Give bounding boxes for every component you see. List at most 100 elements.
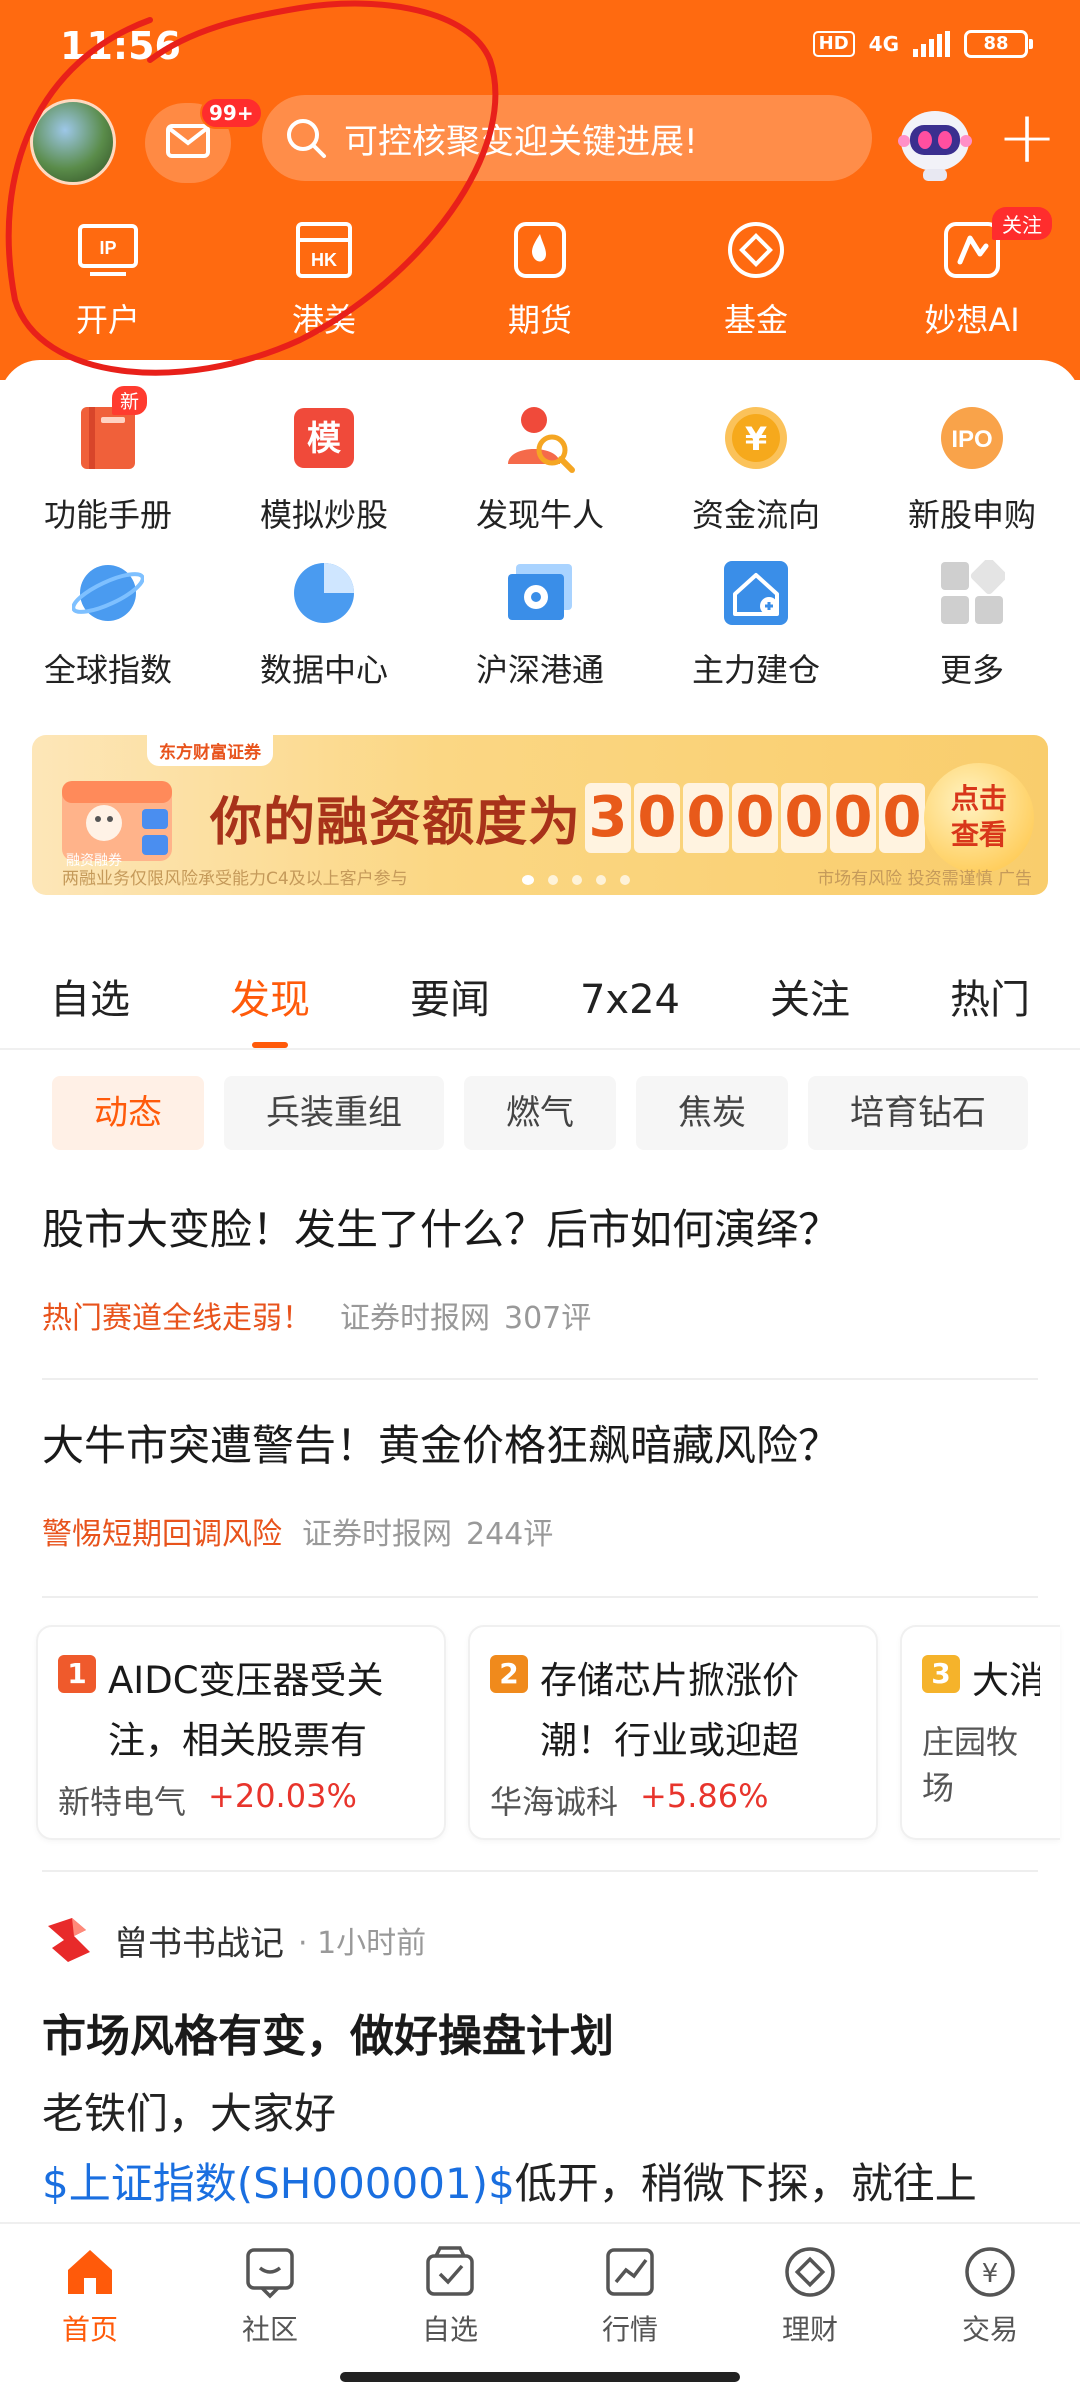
rank-badge: 2 [490,1655,528,1693]
grid-item-capital-flow[interactable]: ¥ 资金流向 [648,400,864,536]
rank-badge: 1 [58,1655,96,1693]
card-stock: 华海诚科 [490,1783,619,1821]
find-expert-icon [502,400,578,476]
post-title[interactable]: 市场风格有变，做好操盘计划 [42,2000,614,2064]
status-bar: 11:56 HD 4G 88 [0,0,1080,95]
nav-trade[interactable]: ¥ 交易 [900,2224,1080,2352]
quick-action-fund[interactable]: 基金 [648,215,864,355]
nav-home[interactable]: 首页 [0,2224,180,2352]
grid-item-connect[interactable]: 沪深港通 [432,555,648,691]
post-time: · 1小时前 [298,1926,427,1961]
battery-icon: 88 [964,30,1033,58]
ipo-icon: IPO [934,400,1010,476]
market-icon [600,2242,660,2302]
quick-action-label: 港美 [291,301,356,339]
tab-news[interactable]: 要闻 [360,960,540,1048]
post-body-line: $上证指数(SH000001)$低开，稍微下探，就往上 [42,2159,977,2208]
quick-action-label: 开户 [75,301,140,339]
card-title: 存储芯片掀涨价潮！行业或迎超级… [540,1659,799,1762]
banner-digit: 0 [830,782,877,853]
function-grid-row-2: 全球指数 数据中心 沪深港通 主力建仓 更多 [0,555,1080,691]
nav-wealth[interactable]: 理财 [720,2224,900,2352]
chip-dynamic[interactable]: 动态 [52,1076,204,1150]
news-tag: 警惕短期回调风险 [42,1517,282,1552]
grid-label: 数据中心 [259,651,388,689]
news-title: 大牛市突遭警告！黄金价格狂飙暗藏风险？ [42,1421,841,1470]
grid-item-main-force[interactable]: 主力建仓 [648,555,864,691]
add-button[interactable]: + [992,97,1062,177]
news-item[interactable]: 大牛市突遭警告！黄金价格狂飙暗藏风险？ 警惕短期回调风险 证券时报网 244评 [42,1412,1038,1553]
banner-digit: 0 [683,782,730,853]
rank-badge: 3 [922,1655,960,1693]
grid-label: 功能手册 [43,496,172,534]
grid-item-ipo[interactable]: IPO 新股申购 [864,400,1080,536]
ai-robot-icon[interactable] [890,95,980,185]
grid-item-simulate[interactable]: 模 模拟炒股 [216,400,432,536]
hk-us-icon: HK [289,215,359,285]
grid-label: 全球指数 [43,651,172,689]
card-change: +20.03% [208,1777,357,1815]
network-type: 4G [868,32,899,56]
divider [42,1870,1038,1872]
trade-icon: ¥ [960,2242,1020,2302]
card-change: +5.86% [640,1777,769,1815]
community-icon [240,2242,300,2302]
new-badge: 新 [112,386,148,415]
news-comments: 244评 [466,1517,554,1552]
tab-watchlist[interactable]: 自选 [0,960,180,1048]
quick-action-futures[interactable]: 期货 [432,215,648,355]
chip-topic[interactable]: 燃气 [464,1076,616,1150]
search-bar[interactable]: 可控核聚变迎关键进展! [262,95,872,181]
grid-item-global-index[interactable]: 全球指数 [0,555,216,691]
quick-action-hk-us[interactable]: HK 港美 [216,215,432,355]
data-center-icon [286,555,362,631]
watchlist-icon [420,2242,480,2302]
post-author-row[interactable]: 曾书书战记 · 1小时前 [42,1912,426,1968]
card-stock: 庄园牧场 [922,1723,1019,1807]
tab-7x24[interactable]: 7x24 [540,960,720,1048]
nav-watchlist[interactable]: 自选 [360,2224,540,2352]
nav-community[interactable]: 社区 [180,2224,360,2352]
hot-topic-cards: 1 AIDC变压器受关注，相关股票有哪… 新特电气 +20.03% 2 存储芯片… [36,1625,1060,1840]
home-indicator[interactable] [340,2372,740,2382]
quick-action-label: 基金 [723,301,788,339]
tab-discover[interactable]: 发现 [180,960,360,1048]
grid-item-manual[interactable]: 新 功能手册 [0,386,216,536]
news-source: 证券时报网 [340,1301,490,1336]
bottom-nav: 首页 社区 自选 行情 理财 ¥ 交易 [0,2222,1080,2352]
nav-market[interactable]: 行情 [540,2224,720,2352]
stock-link[interactable]: $上证指数(SH000001)$ [42,2159,515,2208]
account-open-icon: IP [73,215,143,285]
news-meta: 热门赛道全线走弱！ 证券时报网 307评 [42,1293,1038,1337]
author-name: 曾书书战记 [114,1923,284,1964]
banner-digit: 0 [732,782,779,853]
banner-headline: 你的融资额度为 3000000 元 [210,780,984,855]
signal-icon [913,31,950,57]
banner-risk-note: 两融业务仅限风险承受能力C4及以上客户参与 [62,869,408,889]
grid-label: 主力建仓 [691,651,820,689]
hot-topic-card[interactable]: 1 AIDC变压器受关注，相关股票有哪… 新特电气 +20.03% [36,1625,446,1840]
quick-action-ai[interactable]: 关注 妙想AI [864,207,1080,355]
tab-following[interactable]: 关注 [720,960,900,1048]
tab-hot[interactable]: 热门 [900,960,1080,1048]
hot-topic-card[interactable]: 2 存储芯片掀涨价潮！行业或迎超级… 华海诚科 +5.86% [468,1625,878,1840]
banner-digit: 0 [634,782,681,853]
news-item[interactable]: 股市大变脸！发生了什么？后市如何演绎？ 热门赛道全线走弱！ 证券时报网 307评 [42,1196,1038,1337]
chip-topic[interactable]: 焦炭 [636,1076,788,1150]
grid-item-data-center[interactable]: 数据中心 [216,555,432,691]
avatar[interactable] [30,99,116,185]
connect-icon [502,555,578,631]
chip-topic[interactable]: 兵装重组 [224,1076,444,1150]
grid-item-find-expert[interactable]: 发现牛人 [432,400,648,536]
chip-topic[interactable]: 培育钻石 [808,1076,1028,1150]
capital-flow-icon: ¥ [718,400,794,476]
banner-cta-button[interactable]: 点击 查看 [924,763,1034,873]
hot-topic-card[interactable]: 3 大消费升！行情 庄园牧场 [900,1625,1060,1840]
card-title: AIDC变压器受关注，相关股票有哪… [108,1659,384,1762]
message-button[interactable]: 99+ [145,97,263,183]
promo-banner[interactable]: 东方财富证券 融资融券 你的融资额度为 3000000 元 点击 查看 两融业务… [32,735,1048,895]
grid-item-more[interactable]: 更多 [864,555,1080,691]
status-icons: HD 4G 88 [812,30,1033,58]
quick-action-open-account[interactable]: IP 开户 [0,215,216,355]
banner-disclaimer: 市场有风险 投资需谨慎 广告 [817,869,1032,889]
